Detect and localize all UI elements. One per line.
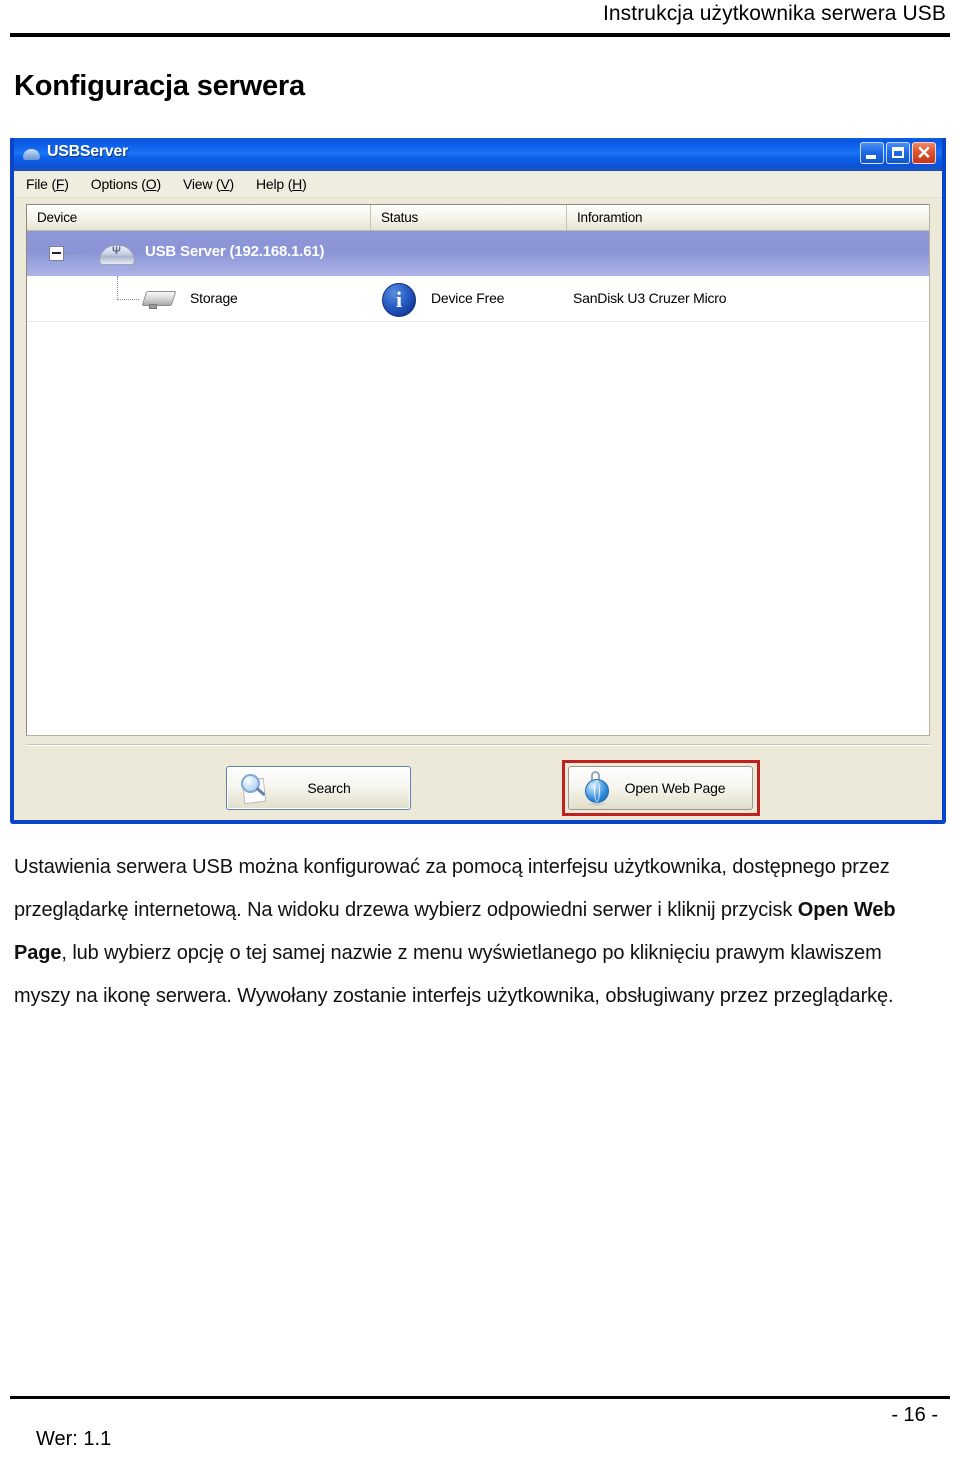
storage-device-icon — [141, 290, 177, 310]
body-part-1: Ustawienia serwera USB można konfigurowa… — [14, 856, 890, 921]
header-rule — [10, 33, 950, 37]
menu-item-help[interactable]: Help (H) — [256, 176, 307, 192]
window-titlebar: USBServer — [14, 138, 942, 171]
tree-connector — [64, 253, 84, 255]
running-header-text: Instrukcja użytkownika serwera USB — [602, 2, 946, 25]
window-menubar: File (F) Options (O) View (V) Help (H) — [14, 171, 942, 198]
menu-item-options[interactable]: Options (O) — [91, 176, 161, 192]
row-information-label: SanDisk U3 Cruzer Micro — [573, 290, 727, 306]
maximize-icon[interactable] — [886, 142, 910, 164]
usb-server-icon: Ψ — [99, 243, 135, 267]
column-header-status[interactable]: Status — [370, 205, 566, 230]
device-listview[interactable]: Device Status Inforamtion Ψ USB Server (… — [26, 204, 930, 736]
open-web-page-button-label: Open Web Page — [624, 780, 726, 796]
menu-item-file[interactable]: File (F) — [26, 176, 69, 192]
page-number: - 16 - — [891, 1404, 938, 1426]
collapse-minus-icon[interactable] — [49, 246, 64, 261]
document-version: Wer: 1.1 — [36, 1428, 112, 1450]
listview-header: Device Status Inforamtion — [27, 205, 929, 231]
menu-item-view[interactable]: View (V) — [183, 176, 234, 192]
footer-rule — [10, 1396, 950, 1399]
search-button-label: Search — [307, 780, 351, 796]
column-header-device[interactable]: Device — [27, 205, 370, 230]
search-button[interactable]: Search — [226, 766, 411, 810]
window-title: USBServer — [47, 143, 128, 160]
info-circle-icon — [382, 283, 416, 317]
listview-rows: Ψ USB Server (192.168.1.61) Storage Devi… — [27, 231, 929, 322]
open-web-page-button[interactable]: Open Web Page — [568, 766, 753, 810]
usbserver-window: USBServer File (F) Options (O) View (V) … — [10, 138, 946, 824]
row-device-label: Storage — [190, 290, 238, 306]
close-icon[interactable] — [912, 138, 936, 166]
page-title: Konfiguracja serwera — [14, 70, 305, 102]
usb-dome-icon — [23, 146, 40, 161]
row-status-label: Device Free — [431, 290, 505, 306]
body-paragraph: Ustawienia serwera USB można konfigurowa… — [14, 846, 926, 1018]
column-header-information[interactable]: Inforamtion — [566, 205, 929, 230]
table-row[interactable]: Ψ USB Server (192.168.1.61) — [27, 231, 929, 276]
body-part-2: , lub wybierz opcję o tej samej nazwie z… — [14, 942, 894, 1007]
minimize-icon[interactable] — [860, 142, 884, 164]
table-row[interactable]: Storage Device Free SanDisk U3 Cruzer Mi… — [27, 276, 929, 322]
row-device-label: USB Server (192.168.1.61) — [145, 243, 325, 260]
window-button-bar: Search Open Web Page — [26, 744, 930, 816]
window-controls — [860, 138, 936, 166]
button-bar-divider — [26, 744, 930, 746]
